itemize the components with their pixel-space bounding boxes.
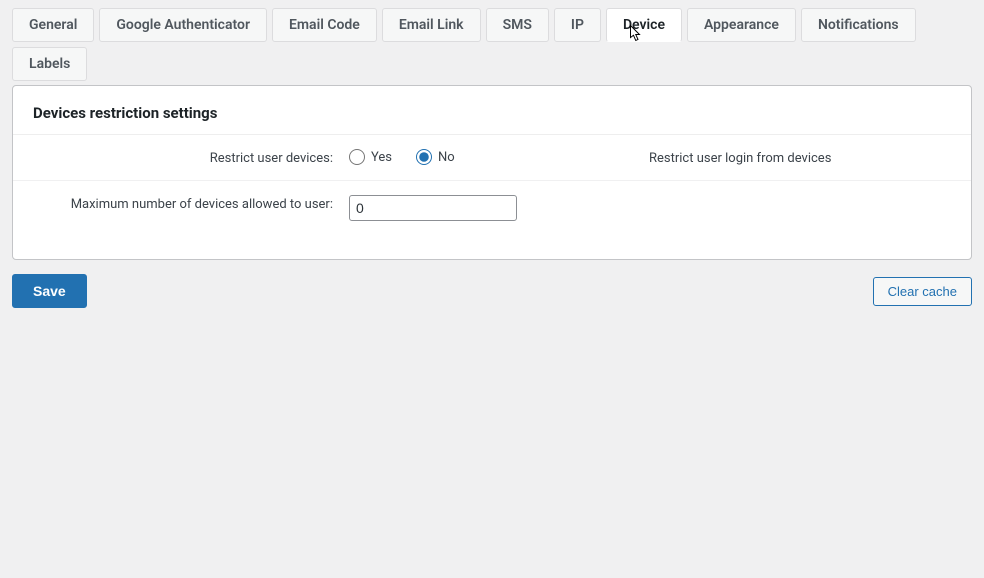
settings-panel: Devices restriction settings Restrict us…	[12, 85, 972, 260]
desc-restrict-devices: Restrict user login from devices	[649, 149, 951, 166]
label-restrict-devices: Restrict user devices:	[33, 149, 349, 166]
tab-email-link[interactable]: Email Link	[382, 8, 481, 42]
tab-device[interactable]: Device	[606, 8, 682, 42]
tab-sms[interactable]: SMS	[486, 8, 549, 42]
cursor-pointer-icon	[626, 24, 644, 48]
input-max-devices[interactable]	[349, 195, 517, 221]
desc-max-devices	[649, 195, 951, 197]
section-title: Devices restriction settings	[13, 104, 971, 135]
label-max-devices: Maximum number of devices allowed to use…	[33, 195, 349, 212]
row-restrict-devices: Restrict user devices: Yes No Restrict u…	[13, 135, 971, 181]
tab-labels[interactable]: Labels	[12, 47, 87, 81]
tab-appearance[interactable]: Appearance	[687, 8, 796, 42]
radio-yes[interactable]	[349, 149, 365, 165]
tab-general[interactable]: General	[12, 8, 94, 42]
tab-ip[interactable]: IP	[554, 8, 601, 42]
radio-option-yes[interactable]: Yes	[349, 149, 392, 165]
radio-no-label: No	[438, 150, 455, 165]
tab-email-code[interactable]: Email Code	[272, 8, 377, 42]
radio-yes-label: Yes	[371, 150, 392, 165]
save-button[interactable]: Save	[12, 274, 87, 308]
radio-no[interactable]	[416, 149, 432, 165]
row-max-devices: Maximum number of devices allowed to use…	[13, 181, 971, 235]
clear-cache-button[interactable]: Clear cache	[873, 277, 972, 306]
action-bar: Save Clear cache	[12, 274, 972, 308]
tab-notifications[interactable]: Notifications	[801, 8, 916, 42]
radio-option-no[interactable]: No	[416, 149, 455, 165]
tab-bar: General Google Authenticator Email Code …	[12, 8, 972, 81]
tab-google-authenticator[interactable]: Google Authenticator	[99, 8, 267, 42]
